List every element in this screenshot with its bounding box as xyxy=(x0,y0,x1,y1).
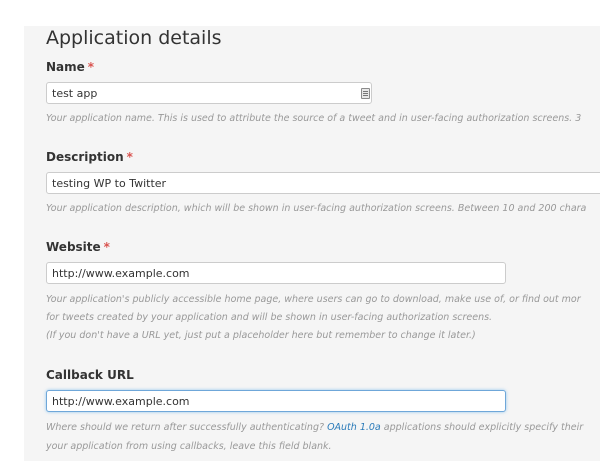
description-help-text: Your application description, which will… xyxy=(46,203,587,214)
required-marker: * xyxy=(103,240,110,254)
name-input[interactable] xyxy=(46,82,372,104)
website-help-line-2: for tweets created by your application a… xyxy=(46,312,493,323)
section-title: Application details xyxy=(46,27,222,49)
callback-help-text-after: applications should explicitly specify t… xyxy=(383,422,584,433)
callback-help-line-1: Where should we return after successfull… xyxy=(46,421,583,435)
callback-help-text-before: Where should we return after successfull… xyxy=(46,422,325,433)
oauth-link[interactable]: OAuth 1.0a xyxy=(327,422,381,433)
name-label-text: Name xyxy=(46,60,85,74)
website-label-text: Website xyxy=(46,240,101,254)
required-marker: * xyxy=(126,150,133,164)
description-label: Description * xyxy=(46,149,133,165)
name-label: Name * xyxy=(46,59,94,75)
name-help-text: Your application name. This is used to a… xyxy=(46,113,582,124)
description-input[interactable] xyxy=(46,172,600,194)
website-input[interactable] xyxy=(46,262,506,284)
page: Application details Name* Your applicati… xyxy=(0,0,600,461)
website-help-line-1: Your application's publicly accessible h… xyxy=(46,294,581,305)
required-marker: * xyxy=(87,60,95,74)
callback-help-line-2: your application from using callbacks, l… xyxy=(46,441,332,452)
callback-url-label-text: Callback URL xyxy=(46,368,134,382)
description-label-text: Description xyxy=(46,150,124,164)
callback-url-label: Callback URL xyxy=(46,367,134,383)
contact-card-icon[interactable] xyxy=(361,88,370,99)
callback-url-input[interactable] xyxy=(46,390,506,412)
application-details-panel: Application details Name* Your applicati… xyxy=(24,26,600,461)
website-help-line-3: (If you don't have a URL yet, just put a… xyxy=(46,330,476,341)
website-label: Website * xyxy=(46,239,110,255)
